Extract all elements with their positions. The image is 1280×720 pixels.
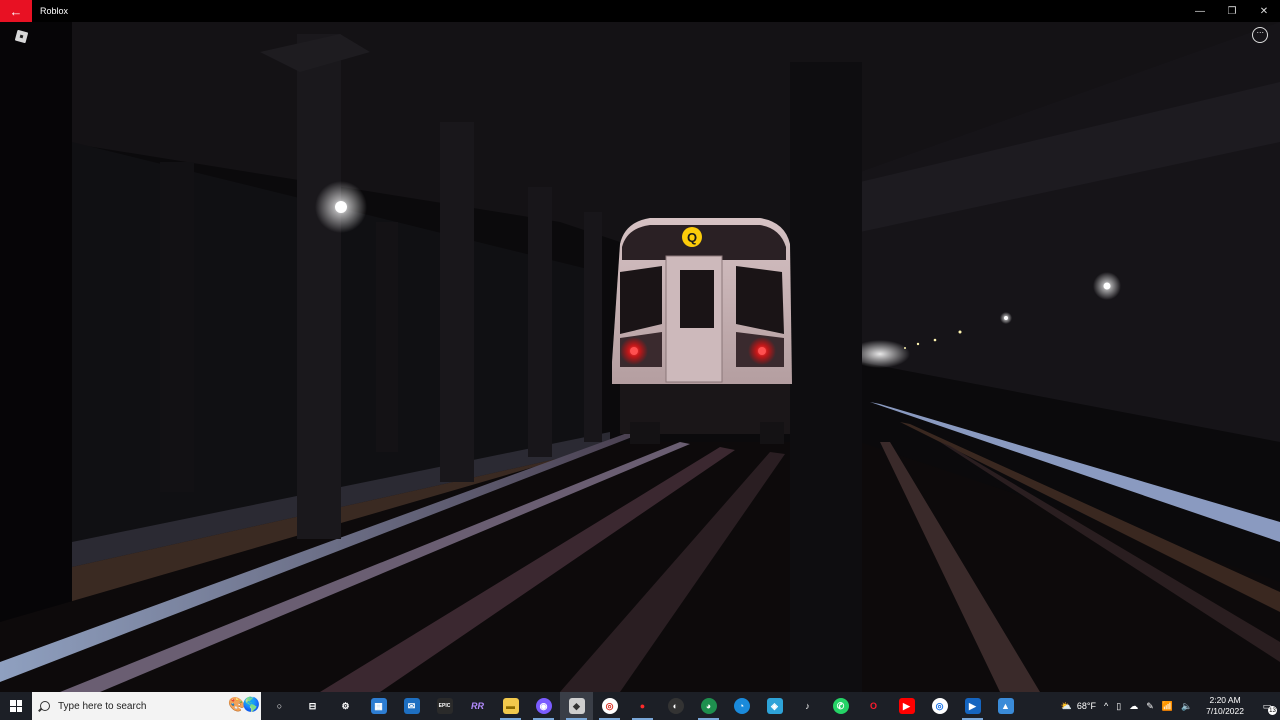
roblox-menu-button[interactable] <box>13 28 29 44</box>
epic-games-icon: EPIC <box>436 698 453 714</box>
notification-badge: 13 <box>1268 706 1277 715</box>
taskbar-whatsapp-button[interactable]: ✆ <box>824 692 857 720</box>
search-icon <box>40 701 50 711</box>
roblox-logo-icon <box>14 29 28 43</box>
system-tray: ⛅ 68°F ^ ▯ ☁ ✎ 📶 🔈 2:20 AM 7/10/2022 ▭ 1… <box>1057 692 1280 720</box>
maximize-button[interactable]: ❐ <box>1216 0 1248 22</box>
taskbar-file-explorer-button[interactable]: ▬ <box>494 692 527 720</box>
chrome-icon: ◎ <box>601 698 618 714</box>
chrome-2-icon: ◎ <box>931 698 948 714</box>
cloud-icon: ☁ <box>1129 700 1139 711</box>
store-icon: ▦ <box>370 698 387 714</box>
taskbar-rr-button[interactable]: RR <box>461 692 494 720</box>
search-placeholder: Type here to search <box>58 700 147 712</box>
subway-scene: Q <box>0 22 1280 692</box>
task-view-icon: ○ <box>276 701 283 711</box>
weather-widget[interactable]: ⛅ 68°F <box>1057 701 1100 712</box>
pinned-apps: ○ ⊟ ⚙ ▦ ✉ EPIC RR ▬ ◉ ◆ ◎ ● ◐ ◕ ◔ ◈ ♪ ✆ O ▶ ◎ ▶ ▲ <box>263 692 1022 720</box>
opera-icon: O <box>869 701 877 711</box>
clock-time: 2:20 AM <box>1209 695 1241 705</box>
app-blue-icon: ◈ <box>766 698 783 714</box>
edge-dev-icon: ◕ <box>700 698 717 714</box>
obs-icon: ◐ <box>667 698 684 714</box>
taskbar-roblox-button[interactable]: ◆ <box>560 692 593 720</box>
taskbar-tiktok-button[interactable]: ♪ <box>791 692 824 720</box>
windows-taskbar: Type here to search 🎨🌎 ○ ⊟ ⚙ ▦ ✉ EPIC RR ▬ ◉ ◆ ◎ ● ◐… <box>0 692 1280 720</box>
roblox-window: ← Roblox — ❐ ✕ Q ··· Type here to search… <box>0 0 1280 720</box>
taskbar-edge-dev-button[interactable]: ◕ <box>692 692 725 720</box>
edge-icon: ◔ <box>733 698 750 714</box>
settings-icon: ⚙ <box>341 700 350 711</box>
taskbar-media-player-button[interactable]: ▶ <box>956 692 989 720</box>
search-highlight-icon: 🎨🌎 <box>228 696 260 712</box>
taskbar-chrome-button[interactable]: ◎ <box>593 692 626 720</box>
taskbar-epic-games-button[interactable]: EPIC <box>428 692 461 720</box>
taskbar-edge-button[interactable]: ◔ <box>725 692 758 720</box>
notification-center-button[interactable]: ▭ 13 <box>1254 692 1280 720</box>
recorder-icon: ● <box>639 701 646 711</box>
speaker-icon: 🔈 <box>1180 700 1193 711</box>
weather-temp: 68°F <box>1076 701 1096 711</box>
window-controls: — ❐ ✕ <box>1184 0 1280 22</box>
tray-app-icon[interactable]: ✎ <box>1142 701 1158 712</box>
whatsapp-icon: ✆ <box>832 698 849 714</box>
volume-button[interactable]: 🔈 <box>1177 701 1196 712</box>
taskbar-mail-button[interactable]: ✉ <box>395 692 428 720</box>
close-icon: ✕ <box>1259 5 1269 17</box>
clock-date: 7/10/2022 <box>1206 706 1244 716</box>
taskbar-opera-button[interactable]: O <box>857 692 890 720</box>
tiktok-icon: ♪ <box>805 701 810 711</box>
taskbar-discord-button[interactable]: ◉ <box>527 692 560 720</box>
taskbar-photos-button[interactable]: ▲ <box>989 692 1022 720</box>
more-options-button[interactable]: ··· <box>1252 27 1268 43</box>
roblox-icon: ◆ <box>568 698 585 714</box>
clock[interactable]: 2:20 AM 7/10/2022 <box>1196 695 1254 717</box>
youtube-icon: ▶ <box>898 698 915 714</box>
weather-icon: ⛅ <box>1060 700 1072 711</box>
discord-icon: ◉ <box>535 698 552 714</box>
mail-icon: ✉ <box>403 698 420 714</box>
tray-app-icon[interactable]: ☁ <box>1125 701 1142 712</box>
taskbar-store-button[interactable]: ▦ <box>362 692 395 720</box>
title-bar: ← Roblox — ❐ ✕ <box>0 0 1280 22</box>
chevron-up-icon: ^ <box>1104 701 1109 711</box>
multitasking-icon: ⊟ <box>308 700 317 711</box>
taskbar-app-blue-button[interactable]: ◈ <box>758 692 791 720</box>
back-button[interactable]: ← <box>0 0 32 22</box>
taskbar-chrome-2-button[interactable]: ◎ <box>923 692 956 720</box>
taskbar-recorder-button[interactable]: ● <box>626 692 659 720</box>
window-title: Roblox <box>40 6 69 16</box>
photos-icon: ▲ <box>997 698 1014 714</box>
taskbar-task-view-button[interactable]: ○ <box>263 692 296 720</box>
restore-icon: ❐ <box>1227 5 1237 17</box>
taskbar-multitasking-button[interactable]: ⊟ <box>296 692 329 720</box>
start-button[interactable] <box>0 692 32 720</box>
taskbar-youtube-button[interactable]: ▶ <box>890 692 923 720</box>
subway-train: Q <box>612 218 792 444</box>
taskbar-obs-button[interactable]: ◐ <box>659 692 692 720</box>
minimize-button[interactable]: — <box>1184 0 1216 22</box>
close-button[interactable]: ✕ <box>1248 0 1280 22</box>
tray-overflow-button[interactable]: ^ <box>1100 701 1112 711</box>
file-explorer-icon: ▬ <box>502 698 519 714</box>
media-player-icon: ▶ <box>964 698 981 714</box>
taskbar-settings-button[interactable]: ⚙ <box>329 692 362 720</box>
network-button[interactable]: 📶 <box>1158 701 1177 712</box>
pen-icon: ✎ <box>1146 700 1154 711</box>
minimize-icon: — <box>1195 5 1205 17</box>
windows-logo-icon <box>10 700 22 712</box>
tray-app-icon[interactable]: ▯ <box>1112 701 1125 712</box>
wifi-icon: 📶 <box>1161 700 1173 711</box>
back-arrow-icon: ← <box>9 3 23 19</box>
game-viewport[interactable]: Q ··· <box>0 22 1280 692</box>
route-bullet-q: Q <box>687 230 697 245</box>
more-icon: ··· <box>1256 27 1264 37</box>
device-icon: ▯ <box>1116 700 1122 711</box>
taskbar-search[interactable]: Type here to search 🎨🌎 <box>32 692 261 720</box>
rr-icon: RR <box>471 701 484 711</box>
